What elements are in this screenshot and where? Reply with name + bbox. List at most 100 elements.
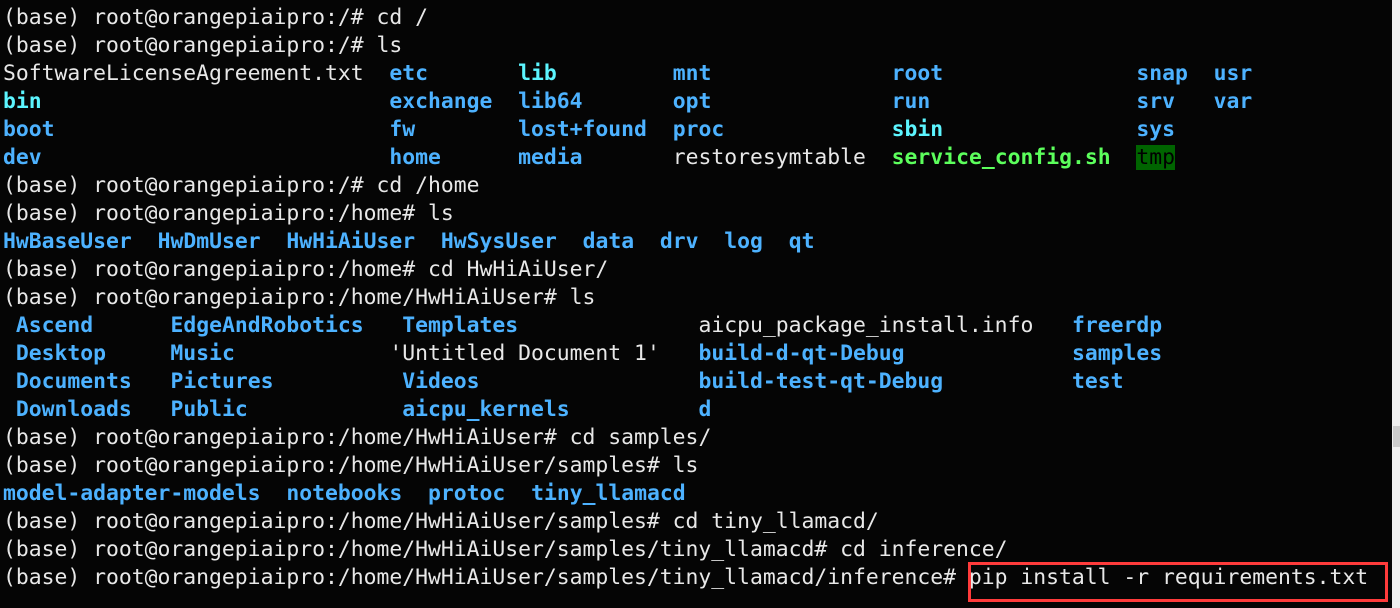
shell-prompt: (base) root@orangepiaipro:/home/HwHiAiUs… xyxy=(3,509,673,534)
scrollbar[interactable] xyxy=(1392,0,1400,608)
highlight-box xyxy=(968,562,1388,602)
ls-output-row: HwBaseUser HwDmUser HwHiAiUser HwSysUser… xyxy=(3,228,1391,256)
ls-output-row: dev home media restoresymtable service_c… xyxy=(3,144,1391,172)
file-entry[interactable]: build-d-qt-Debug xyxy=(686,341,904,366)
file-entry[interactable]: build-test-qt-Debug xyxy=(686,369,943,394)
file-entry[interactable]: var xyxy=(1214,89,1253,114)
file-entry[interactable]: Templates xyxy=(389,313,518,338)
file-entry[interactable]: HwBaseUser xyxy=(3,229,132,254)
file-entry[interactable]: Ascend xyxy=(3,313,93,338)
command-text: cd tiny_llamacd/ xyxy=(672,509,879,534)
file-entry[interactable]: snap xyxy=(1136,61,1188,86)
ls-output-row: boot fw lost+found proc sbin sys xyxy=(3,116,1391,144)
file-entry[interactable]: samples xyxy=(1059,341,1162,366)
shell-prompt: (base) root@orangepiaipro:/home# xyxy=(3,201,428,226)
file-entry[interactable]: home xyxy=(389,145,441,170)
ls-output-row: model-adapter-models notebooks protoc ti… xyxy=(3,480,1391,508)
file-entry[interactable]: log xyxy=(724,229,763,254)
file-entry[interactable]: root xyxy=(892,61,944,86)
shell-prompt: (base) root@orangepiaipro:/# xyxy=(3,33,377,58)
command-line: (base) root@orangepiaipro:/# cd /home xyxy=(3,172,1391,200)
file-entry[interactable]: sys xyxy=(1136,117,1175,142)
file-entry[interactable]: Music xyxy=(158,341,234,366)
file-entry[interactable]: protoc xyxy=(428,481,505,506)
file-entry[interactable]: test xyxy=(1059,369,1124,394)
shell-prompt: (base) root@orangepiaipro:/home/HwHiAiUs… xyxy=(3,285,570,310)
command-text: cd inference/ xyxy=(840,537,1008,562)
command-text: cd HwHiAiUser/ xyxy=(427,257,609,282)
command-line: (base) root@orangepiaipro:/# cd / xyxy=(3,4,1391,32)
scrollbar-thumb[interactable] xyxy=(1393,426,1400,447)
file-entry[interactable]: usr xyxy=(1214,61,1253,86)
shell-prompt: (base) root@orangepiaipro:/home/HwHiAiUs… xyxy=(3,537,841,562)
shell-prompt: (base) root@orangepiaipro:/home# xyxy=(3,257,428,282)
shell-prompt: (base) root@orangepiaipro:/home/HwHiAiUs… xyxy=(3,453,673,478)
file-entry[interactable]: SoftwareLicenseAgreement.txt xyxy=(3,61,364,86)
file-entry[interactable]: model-adapter-models xyxy=(3,481,261,506)
file-entry[interactable]: Public xyxy=(158,397,247,422)
command-line: (base) root@orangepiaipro:/home/HwHiAiUs… xyxy=(3,284,1391,312)
file-entry[interactable]: opt xyxy=(673,89,712,114)
file-entry[interactable]: bin xyxy=(3,89,42,114)
command-text: cd / xyxy=(376,5,428,30)
ls-output-row: Documents Pictures Videos build-test-qt-… xyxy=(3,368,1391,396)
file-entry[interactable]: lost+found xyxy=(518,117,647,142)
shell-prompt: (base) root@orangepiaipro:/# xyxy=(3,173,377,198)
command-text: ls xyxy=(427,201,454,226)
file-entry[interactable]: aicpu_package_install.info xyxy=(686,313,1033,338)
file-entry[interactable]: restoresymtable xyxy=(673,145,866,170)
command-text: cd /home xyxy=(376,173,480,198)
file-entry[interactable]: proc xyxy=(673,117,725,142)
file-entry[interactable]: Desktop xyxy=(3,341,106,366)
ls-output-row: Downloads Public aicpu_kernels d xyxy=(3,396,1391,424)
ls-output-row: Desktop Music 'Untitled Document 1' buil… xyxy=(3,340,1391,368)
command-text: cd samples/ xyxy=(569,425,712,450)
file-entry[interactable]: freerdp xyxy=(1059,313,1162,338)
file-entry[interactable]: mnt xyxy=(673,61,712,86)
shell-prompt: (base) root@orangepiaipro:/home/HwHiAiUs… xyxy=(3,425,570,450)
file-entry[interactable]: drv xyxy=(660,229,699,254)
command-line: (base) root@orangepiaipro:/home/HwHiAiUs… xyxy=(3,452,1391,480)
shell-prompt: (base) root@orangepiaipro:/home/HwHiAiUs… xyxy=(3,565,969,590)
file-entry[interactable]: notebooks xyxy=(286,481,402,506)
file-entry[interactable]: Documents xyxy=(3,369,132,394)
ls-output-row: SoftwareLicenseAgreement.txt etc lib mnt… xyxy=(3,60,1391,88)
file-entry[interactable]: boot xyxy=(3,117,55,142)
file-entry[interactable]: HwDmUser xyxy=(158,229,261,254)
file-entry[interactable]: 'Untitled Document 1' xyxy=(389,341,659,366)
file-entry[interactable]: run xyxy=(892,89,931,114)
command-line: (base) root@orangepiaipro:/home# ls xyxy=(3,200,1391,228)
file-entry[interactable]: qt xyxy=(789,229,815,254)
file-entry[interactable]: aicpu_kernels xyxy=(389,397,569,422)
command-line: (base) root@orangepiaipro:/home/HwHiAiUs… xyxy=(3,508,1391,536)
file-entry[interactable]: tmp xyxy=(1136,145,1176,170)
file-entry[interactable]: media xyxy=(518,145,582,170)
shell-prompt: (base) root@orangepiaipro:/# xyxy=(3,5,377,30)
file-entry[interactable]: sbin xyxy=(892,117,944,142)
file-entry[interactable]: Videos xyxy=(389,369,479,394)
file-entry[interactable]: EdgeAndRobotics xyxy=(158,313,363,338)
file-entry[interactable]: tiny_llamacd xyxy=(531,481,686,506)
file-entry[interactable]: dev xyxy=(3,145,42,170)
ls-output-row: bin exchange lib64 opt run srv var xyxy=(3,88,1391,116)
command-line: (base) root@orangepiaipro:/home/HwHiAiUs… xyxy=(3,424,1391,452)
command-line: (base) root@orangepiaipro:/home# cd HwHi… xyxy=(3,256,1391,284)
command-line: (base) root@orangepiaipro:/# ls xyxy=(3,32,1391,60)
file-entry[interactable]: fw xyxy=(389,117,415,142)
terminal-output[interactable]: (base) root@orangepiaipro:/# cd / (base) … xyxy=(3,4,1391,608)
command-text: ls xyxy=(672,453,699,478)
file-entry[interactable]: srv xyxy=(1136,89,1175,114)
file-entry[interactable]: d xyxy=(686,397,711,422)
file-entry[interactable]: exchange xyxy=(389,89,492,114)
file-entry[interactable]: lib64 xyxy=(518,89,582,114)
file-entry[interactable]: HwHiAiUser xyxy=(286,229,415,254)
file-entry[interactable]: HwSysUser xyxy=(441,229,557,254)
file-entry[interactable]: Pictures xyxy=(158,369,273,394)
file-entry[interactable]: Downloads xyxy=(3,397,132,422)
file-entry[interactable]: lib xyxy=(518,61,557,86)
command-line: (base) root@orangepiaipro:/home/HwHiAiUs… xyxy=(3,536,1391,564)
command-text: ls xyxy=(569,285,596,310)
file-entry[interactable]: data xyxy=(583,229,635,254)
file-entry[interactable]: etc xyxy=(389,61,428,86)
file-entry[interactable]: service_config.sh xyxy=(892,145,1111,170)
